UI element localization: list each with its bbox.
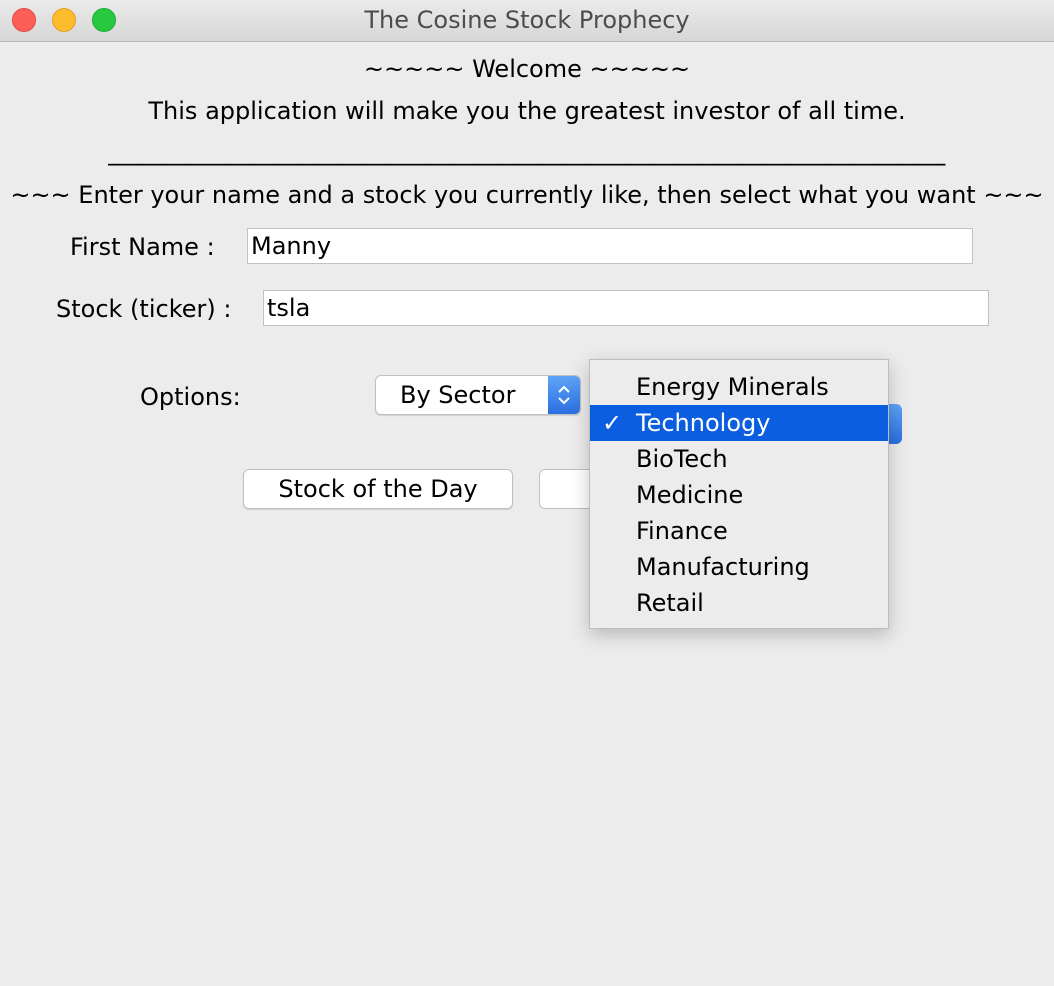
sector-dropdown-menu: Energy Minerals ✓ Technology BioTech Medicin… — [589, 359, 889, 629]
options-combo-value: By Sector — [400, 381, 516, 409]
sector-option[interactable]: ✓ Technology — [590, 405, 888, 441]
tagline-text: This application will make you the great… — [148, 97, 906, 125]
instructions-text: ~~~ Enter your name and a stock you curr… — [10, 181, 1044, 209]
sector-option[interactable]: Retail — [590, 585, 888, 621]
sector-option[interactable]: BioTech — [590, 441, 888, 477]
sector-option-label: Energy Minerals — [636, 373, 829, 401]
separator-line: ________________________________________… — [108, 138, 946, 166]
first-name-field[interactable] — [247, 228, 973, 264]
options-combo[interactable]: By Sector — [375, 375, 581, 415]
sector-option-label: Retail — [636, 589, 704, 617]
app-window: The Cosine Stock Prophecy ~~~~~ Welcome … — [0, 0, 1054, 986]
sector-option-label: Manufacturing — [636, 553, 810, 581]
sector-option-label: BioTech — [636, 445, 728, 473]
sector-option-label: Finance — [636, 517, 728, 545]
sector-option-label: Medicine — [636, 481, 744, 509]
sector-option[interactable]: Finance — [590, 513, 888, 549]
sector-option[interactable]: Energy Minerals — [590, 369, 888, 405]
stock-of-the-day-button[interactable]: Stock of the Day — [243, 469, 513, 509]
sector-option-label: Technology — [636, 409, 771, 437]
window-title: The Cosine Stock Prophecy — [364, 6, 690, 34]
stock-ticker-label: Stock (ticker) : — [56, 295, 232, 323]
sector-option[interactable]: Manufacturing — [590, 549, 888, 585]
stock-ticker-field[interactable] — [263, 290, 989, 326]
sector-option[interactable]: Medicine — [590, 477, 888, 513]
checkmark-icon: ✓ — [602, 409, 623, 437]
first-name-label: First Name : — [70, 233, 215, 261]
up-down-arrows-icon — [548, 376, 580, 414]
options-label: Options: — [140, 383, 241, 411]
title-bar[interactable]: The Cosine Stock Prophecy — [0, 0, 1054, 42]
welcome-heading: ~~~~~ Welcome ~~~~~ — [363, 55, 691, 83]
